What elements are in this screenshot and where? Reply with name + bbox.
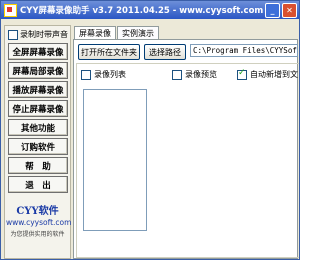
help-button[interactable]: 帮 助 [8,157,68,174]
recording-listbox[interactable] [83,89,147,231]
save-path-field[interactable]: C:\Program Files\CYYSoft\CYY [190,44,298,57]
fullscreen-record-button[interactable]: 全屏屏幕录像 [8,43,68,60]
minimize-button[interactable]: _ [265,2,280,18]
recording-preview-label: 录像预览 [185,70,217,79]
play-recording-button[interactable]: 播放屏幕录像 [8,81,68,98]
app-window: CYY屏幕录像助手 v3.7 2011.04.25 - www.cyysoft.… [0,0,300,260]
region-record-button[interactable]: 屏幕局部录像 [8,62,68,79]
window-title: CYY屏幕录像助手 v3.7 2011.04.25 - www.cyysoft.… [20,6,264,16]
recording-list-option[interactable]: 录像列表 [81,69,126,80]
record-panel: 打开所在文件夹 选择路径 C:\Program Files\CYYSoft\CY… [73,39,299,259]
recording-preview-checkbox[interactable] [172,69,182,80]
record-audio-label: 录制时带声音 [20,30,68,39]
stop-recording-button[interactable]: 停止屏幕录像 [8,100,68,117]
recording-preview-option[interactable]: 录像预览 [172,69,217,80]
recording-group: 录像列表 录像预览 自动新增到文 [76,63,299,258]
brand-block: CYY软件 www.cyysoft.com 为您提供实用的软件 [6,202,71,238]
record-audio-checkbox[interactable] [8,29,18,40]
brand-slogan: 为您提供实用的软件 [10,231,65,238]
recording-list-checkbox[interactable] [81,69,91,80]
close-button[interactable]: ✕ [282,2,297,18]
open-folder-button[interactable]: 打开所在文件夹 [78,44,140,60]
auto-add-label: 自动新增到文 [250,70,298,79]
auto-add-option[interactable]: 自动新增到文 [237,68,298,80]
brand-logo: CYY软件 [16,206,59,217]
tab-bar: 屏幕录像 实例演示 [74,26,160,40]
exit-button[interactable]: 退 出 [8,176,68,193]
other-functions-button[interactable]: 其他功能 [8,119,68,136]
tab-screen-record[interactable]: 屏幕录像 [74,26,116,40]
brand-url[interactable]: www.cyysoft.com [6,218,71,227]
record-audio-option[interactable]: 录制时带声音 [8,29,68,40]
choose-path-button[interactable]: 选择路径 [144,44,186,60]
sidebar: 录制时带声音 全屏屏幕录像 屏幕局部录像 播放屏幕录像 停止屏幕录像 其他功能 … [4,25,71,259]
order-software-button[interactable]: 订购软件 [8,138,68,155]
recording-list-label: 录像列表 [94,70,126,79]
auto-add-checkbox[interactable] [237,68,247,80]
tab-demo[interactable]: 实例演示 [117,26,159,39]
title-bar[interactable]: CYY屏幕录像助手 v3.7 2011.04.25 - www.cyysoft.… [1,1,299,19]
app-icon [4,3,17,17]
